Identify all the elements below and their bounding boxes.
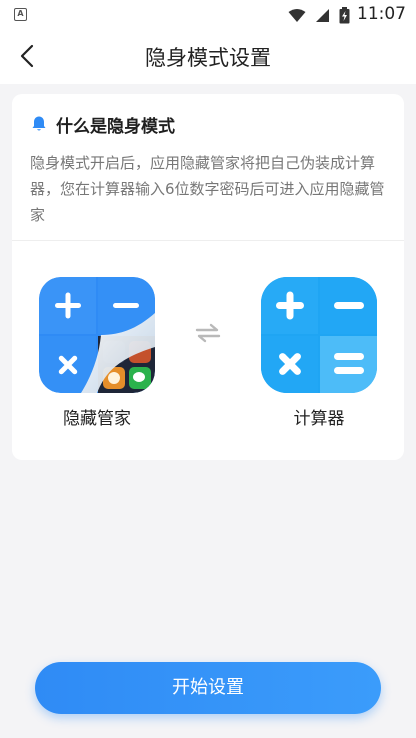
status-time: 11:07 xyxy=(357,4,406,24)
app-notification-icon: A xyxy=(14,8,27,21)
status-icons xyxy=(284,5,350,24)
page-title: 隐身模式设置 xyxy=(145,46,271,70)
info-title: 什么是隐身模式 xyxy=(56,116,175,137)
battery-charging-icon xyxy=(339,7,350,24)
status-bar: A 11:07 xyxy=(0,0,416,28)
signal-icon xyxy=(315,9,329,22)
calculator-app-icon xyxy=(261,277,377,393)
info-header: 什么是隐身模式 xyxy=(30,112,175,137)
nav-bar: 隐身模式设置 xyxy=(0,28,416,84)
bell-icon xyxy=(32,116,46,131)
info-description: 隐身模式开启后，应用隐藏管家将把自己伪装成计算器，您在计算器输入6位数字密码后可… xyxy=(30,154,385,224)
info-card: 什么是隐身模式 隐身模式开启后，应用隐藏管家将把自己伪装成计算器，您在计算器输入… xyxy=(12,94,404,460)
hidden-manager-label: 隐藏管家 xyxy=(63,409,131,429)
divider xyxy=(12,240,404,241)
hidden-manager-app-icon xyxy=(39,277,155,393)
start-setup-button[interactable]: 开始设置 xyxy=(35,662,381,714)
swap-arrows-icon xyxy=(195,323,221,343)
screen: A 11:07 隐身模式设置 什么是隐身模式 隐身模式开启后，应用隐藏管家将把自… xyxy=(0,0,416,738)
calculator-label: 计算器 xyxy=(293,409,345,429)
wifi-icon xyxy=(288,8,306,22)
